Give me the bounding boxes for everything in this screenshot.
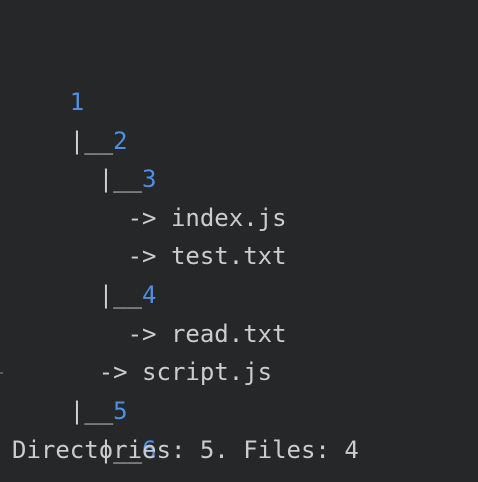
console-output: 1 |__2 |__3 -> index.js -> test.txt |__4… — [0, 0, 478, 482]
tree-line-file-test: -> test.txt — [12, 198, 287, 270]
file-name: script.js — [142, 358, 273, 386]
tree-line-dir-4: |__4 — [12, 237, 157, 309]
tree-line-file-index: -> index.js — [12, 160, 287, 232]
gutter-marker — [0, 372, 3, 374]
tree-line-dir-3: |__3 — [12, 121, 157, 193]
tree-line-dir-1: 1 — [12, 44, 84, 116]
console-top-area — [0, 0, 478, 36]
tree-line-dir-5: |__5 — [12, 353, 128, 425]
file-name: test.txt — [170, 242, 287, 270]
summary-line: Directories: 5. Files: 4 — [12, 436, 359, 464]
tree-line-dir-2: |__2 — [12, 83, 128, 155]
tree-line-file-script: -> script.js — [12, 314, 272, 386]
tree-line-file-read: -> read.txt — [12, 276, 287, 348]
tree-line-dir-6: |__6 — [12, 392, 157, 464]
